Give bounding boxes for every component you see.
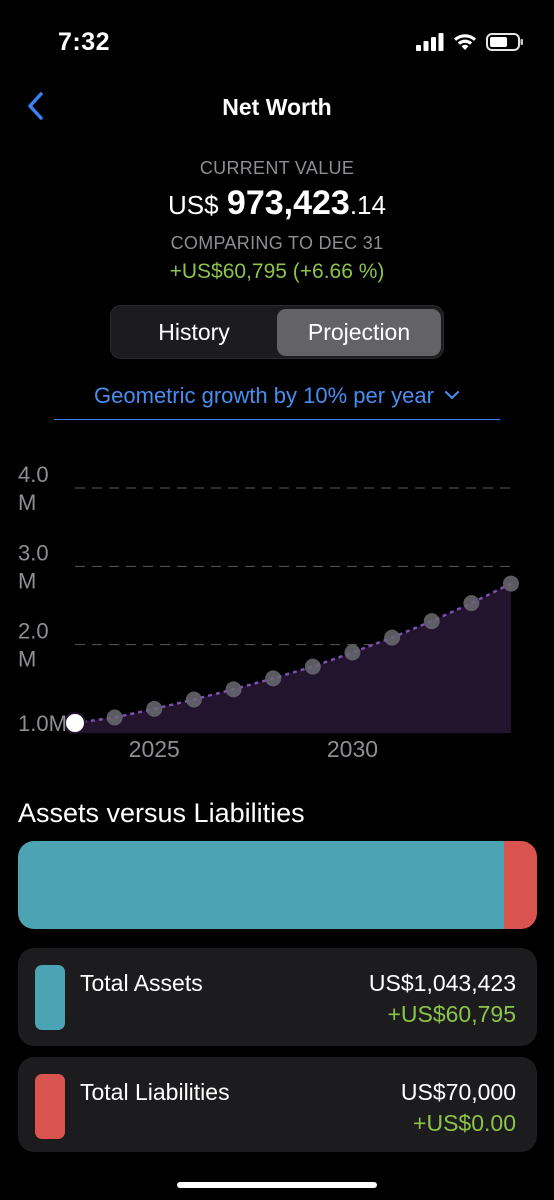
- data-point: [384, 629, 401, 646]
- y-tick-label: M: [18, 490, 36, 515]
- x-tick-label: 2025: [129, 736, 180, 762]
- value-main: 973,423: [226, 184, 350, 222]
- area-fill: [75, 583, 511, 733]
- growth-model-dropdown[interactable]: Geometric growth by 10% per year: [54, 380, 500, 420]
- total-assets-delta: +US$60,795: [387, 1001, 516, 1027]
- comparing-label: COMPARING TO DEC 31: [170, 233, 384, 253]
- y-tick-label: 4.0: [18, 462, 49, 487]
- total-liabilities-amount: US$70,000: [400, 1079, 516, 1105]
- growth-model-label: Geometric growth by 10% per year: [94, 383, 434, 408]
- x-tick-label: 2030: [327, 736, 378, 762]
- data-point: [304, 658, 321, 675]
- current-value-label: CURRENT VALUE: [199, 158, 355, 178]
- data-point: [423, 613, 440, 630]
- y-tick-label: 2.0: [18, 619, 49, 644]
- projection-chart-svg: 4.0 M 3.0 M 2.0 M 1.0M 2025 2030: [18, 462, 519, 762]
- currency-label: US$: [168, 190, 219, 220]
- liabilities-color-swatch: [35, 1074, 65, 1139]
- y-tick-label: M: [18, 568, 36, 593]
- total-liabilities-label: Total Liabilities: [80, 1079, 230, 1105]
- projection-chart: 4.0 M 3.0 M 2.0 M 1.0M 2025 2030: [0, 455, 554, 775]
- data-point: [185, 691, 202, 708]
- assets-liabilities-bar: [18, 841, 537, 929]
- data-point: [344, 644, 361, 661]
- total-liabilities-card[interactable]: Total Liabilities US$70,000 +US$0.00: [18, 1057, 537, 1152]
- total-assets-card[interactable]: Total Assets US$1,043,423 +US$60,795: [18, 948, 537, 1046]
- history-projection-toggle: History Projection: [110, 305, 444, 359]
- change-value: +US$60,795 (+6.66 %): [169, 260, 385, 283]
- data-point: [146, 700, 163, 717]
- value-decimal: .14: [349, 190, 386, 220]
- y-tick-label: M: [18, 647, 36, 672]
- y-tick-label: 1.0M: [18, 711, 67, 736]
- total-liabilities-delta: +US$0.00: [413, 1110, 516, 1136]
- liabilities-bar-segment: [504, 841, 537, 929]
- data-point: [463, 595, 480, 612]
- wifi-icon: [454, 34, 476, 50]
- value-summary: CURRENT VALUE US$ 973,423.14 COMPARING T…: [0, 158, 554, 284]
- nav-bar: Net Worth: [0, 82, 554, 132]
- chevron-down-icon: [444, 380, 460, 406]
- data-point: [503, 575, 519, 592]
- signal-icon: [416, 33, 444, 51]
- status-time: 7:32: [58, 28, 111, 56]
- data-point: [106, 709, 123, 726]
- tab-projection[interactable]: Projection: [277, 309, 441, 356]
- current-value: US$ 973,423.14: [0, 185, 554, 223]
- data-point-current: [64, 712, 86, 734]
- status-bar: 7:32: [0, 0, 554, 80]
- battery-icon: [486, 33, 523, 51]
- data-point: [265, 670, 282, 687]
- y-tick-label: 3.0: [18, 540, 49, 565]
- page-title: Net Worth: [222, 94, 332, 120]
- status-icons: [416, 33, 524, 51]
- home-indicator: [177, 1182, 377, 1188]
- tab-history[interactable]: History: [114, 309, 274, 356]
- assets-color-swatch: [35, 965, 65, 1030]
- total-assets-amount: US$1,043,423: [368, 970, 516, 996]
- total-assets-label: Total Assets: [80, 970, 203, 996]
- data-point: [225, 681, 242, 698]
- assets-bar-segment: [18, 841, 505, 929]
- section-title: Assets versus Liabilities: [18, 798, 305, 828]
